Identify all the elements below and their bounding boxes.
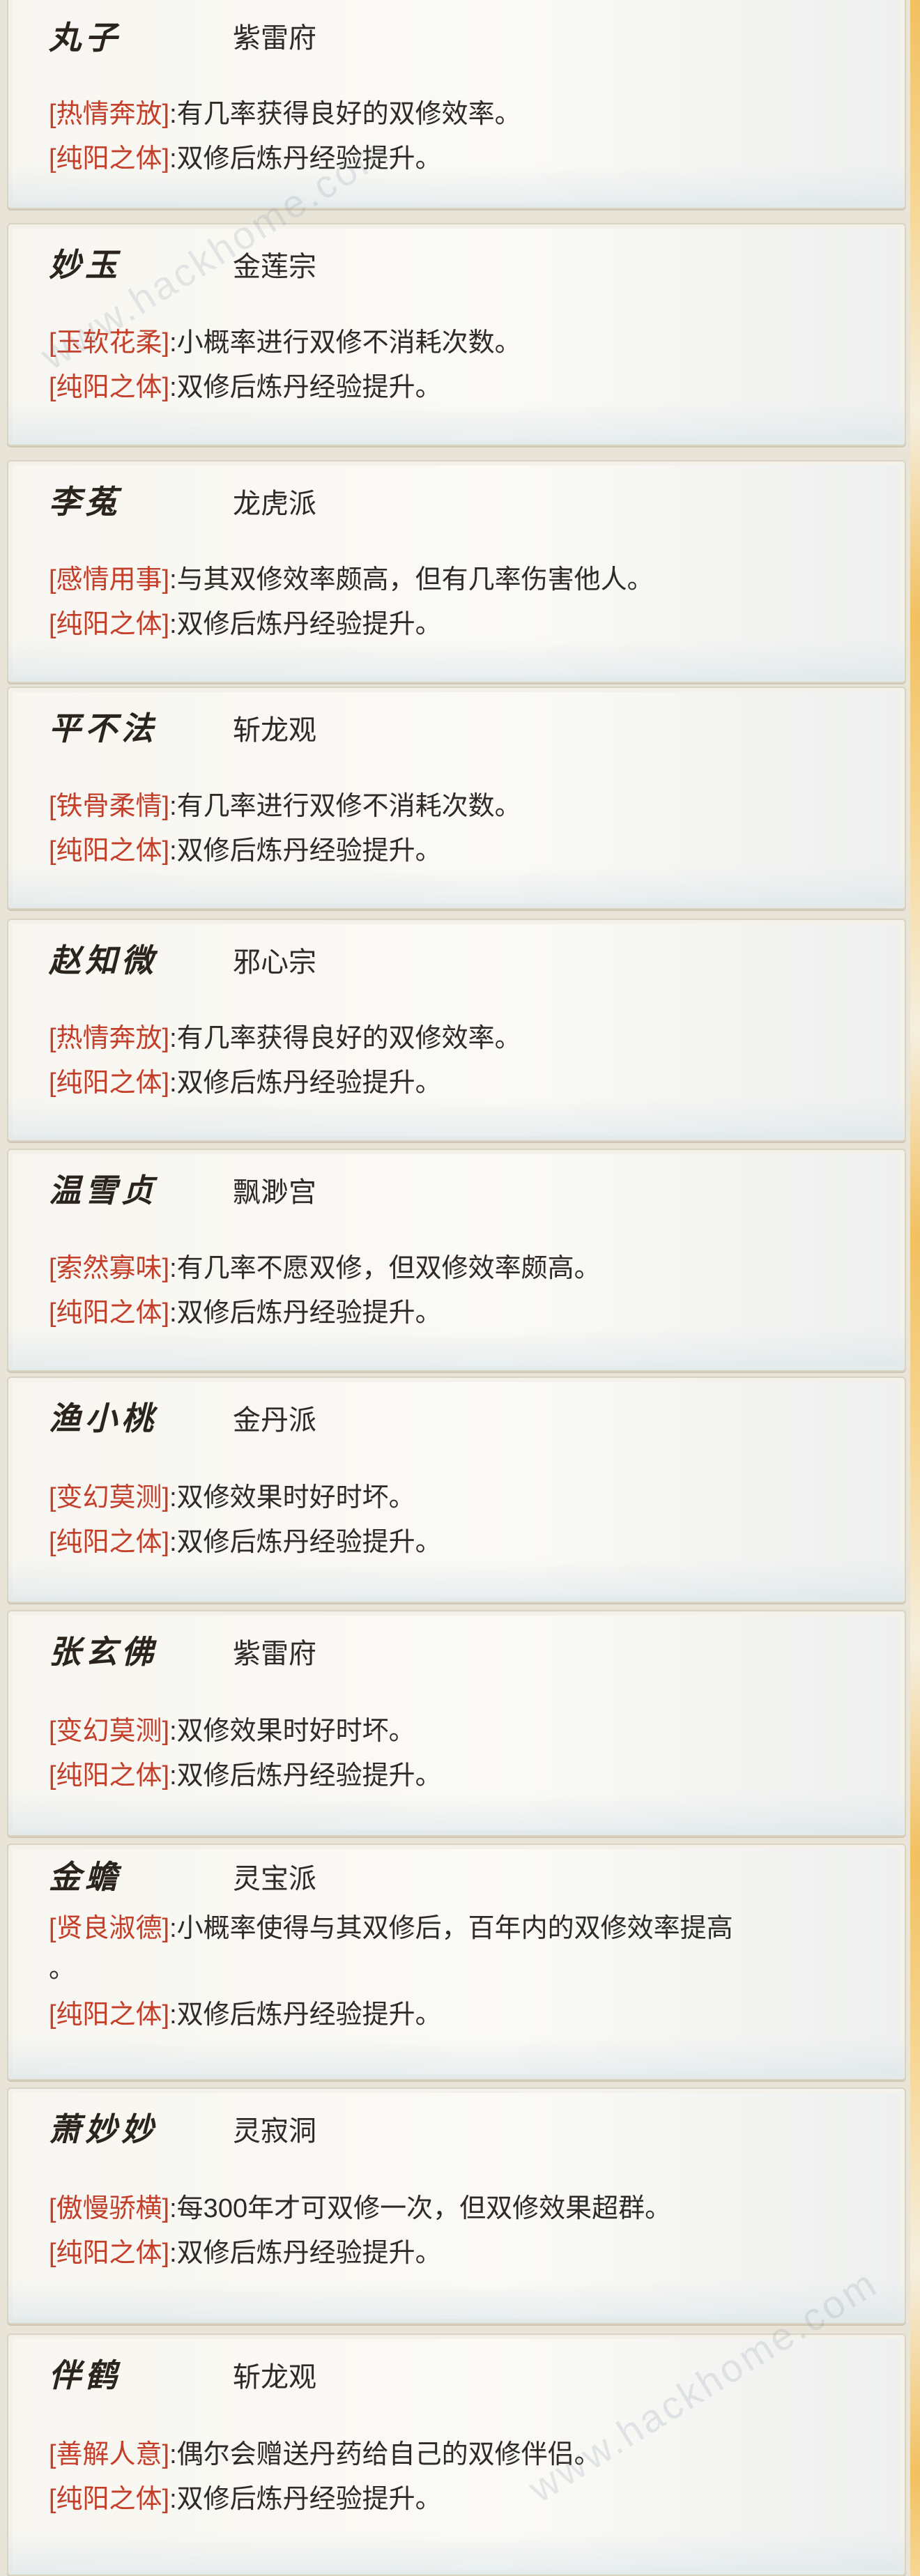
companion-card-banhe[interactable]: 伴鹤 斩龙观 [善解人意]:偶尔会赠送丹药给自己的双修伴侣。 [纯阳之体]:双修… (7, 2333, 906, 2576)
companion-card-wanzi[interactable]: 丸子 紫雷府 [热情奔放]:有几率获得良好的双修效率。 [纯阳之体]:双修后炼丹… (7, 0, 906, 209)
companion-card-wenxuezhen[interactable]: 温雪贞 飘渺宫 [索然寡味]:有几率不愿双修，但双修效率颇高。 [纯阳之体]:双… (7, 1149, 906, 1372)
trait-tag: [纯阳之体] (49, 1298, 170, 1328)
companion-card-zhangxuanfo[interactable]: 张玄佛 紫雷府 [变幻莫测]:双修效果时好时坏。 [纯阳之体]:双修后炼丹经验提… (7, 1610, 906, 1837)
trait-line: [铁骨柔情]:有几率进行双修不消耗次数。 (49, 784, 885, 822)
trait-tag: [变幻莫测] (49, 1483, 170, 1512)
trait-line: [纯阳之体]:双修后炼丹经验提升。 (49, 1754, 885, 1792)
trait-desc: :有几率不愿双修，但双修效率颇高。 (169, 1254, 601, 1283)
trait-tag: [纯阳之体] (49, 610, 170, 639)
companion-card-xiaomiaomiao[interactable]: 萧妙妙 灵寂洞 [傲慢骄横]:每300年才可双修一次，但双修效果超群。 [纯阳之… (7, 2087, 906, 2324)
companion-sect: 金丹派 (233, 1405, 316, 1436)
trait-desc: :与其双修效率颇高，但有几率伤害他人。 (169, 565, 654, 595)
trait-tag: [纯阳之体] (49, 1528, 170, 1557)
trait-desc: 。 (49, 1954, 76, 1984)
trait-desc: :双修后炼丹经验提升。 (169, 610, 442, 639)
trait-line: [贤良淑德]:小概率使得与其双修后，百年内的双修效率提高 (49, 1906, 885, 1945)
trait-desc: :有几率获得良好的双修效率。 (169, 1024, 521, 1053)
trait-desc: :小概率进行双修不消耗次数。 (169, 328, 521, 358)
trait-line: [热情奔放]:有几率获得良好的双修效率。 (49, 1016, 885, 1055)
companion-card-miaoyu[interactable]: 妙玉 金莲宗 [玉软花柔]:小概率进行双修不消耗次数。 [纯阳之体]:双修后炼丹… (7, 223, 906, 446)
trait-line: [玉软花柔]:小概率进行双修不消耗次数。 (49, 321, 885, 359)
companion-sect: 斩龙观 (233, 2362, 316, 2393)
trait-desc: :有几率进行双修不消耗次数。 (169, 792, 521, 821)
right-edge-decoration (910, 0, 920, 2576)
companion-name: 温雪贞 (49, 1172, 158, 1209)
trait-line: [纯阳之体]:双修后炼丹经验提升。 (49, 1291, 885, 1329)
trait-line: [傲慢骄横]:每300年才可双修一次，但双修效果超群。 (49, 2186, 885, 2225)
companion-name: 伴鹤 (49, 2356, 121, 2394)
companion-card-litu[interactable]: 李菟 龙虎派 [感情用事]:与其双修效率颇高，但有几率伤害他人。 [纯阳之体]:… (7, 460, 906, 683)
trait-line: 。 (49, 1947, 885, 1985)
companion-name: 李菟 (49, 483, 121, 521)
trait-line: [纯阳之体]:双修后炼丹经验提升。 (49, 137, 885, 175)
trait-desc: :双修后炼丹经验提升。 (169, 2000, 442, 2030)
trait-desc: :双修后炼丹经验提升。 (169, 836, 442, 866)
companion-name: 丸子 (49, 19, 121, 56)
companion-name: 渔小桃 (49, 1400, 158, 1437)
trait-desc: :双修效果时好时坏。 (169, 1717, 415, 1746)
trait-desc: :有几率获得良好的双修效率。 (169, 100, 521, 129)
trait-desc: :每300年才可双修一次，但双修效果超群。 (169, 2194, 672, 2223)
trait-tag: [铁骨柔情] (49, 792, 170, 821)
trait-line: [纯阳之体]:双修后炼丹经验提升。 (49, 1061, 885, 1099)
trait-tag: [纯阳之体] (49, 2485, 170, 2514)
companion-sect: 斩龙观 (233, 715, 316, 746)
trait-tag: [热情奔放] (49, 1024, 170, 1053)
trait-line: [纯阳之体]:双修后炼丹经验提升。 (49, 1993, 885, 2031)
trait-tag: [变幻莫测] (49, 1717, 170, 1746)
trait-desc: :双修后炼丹经验提升。 (169, 2239, 442, 2268)
trait-tag: [贤良淑德] (49, 1914, 170, 1943)
trait-tag: [索然寡味] (49, 1254, 170, 1283)
companion-sect: 灵宝派 (233, 1864, 316, 1894)
trait-tag: [纯阳之体] (49, 1068, 170, 1098)
companion-sect: 邪心宗 (233, 947, 316, 978)
trait-tag: [纯阳之体] (49, 1761, 170, 1791)
trait-desc: :双修后炼丹经验提升。 (169, 1068, 442, 1098)
trait-desc: :双修后炼丹经验提升。 (169, 373, 442, 402)
trait-line: [纯阳之体]:双修后炼丹经验提升。 (49, 2231, 885, 2269)
trait-line: [纯阳之体]:双修后炼丹经验提升。 (49, 1520, 885, 1558)
trait-line: [善解人意]:偶尔会赠送丹药给自己的双修伴侣。 (49, 2432, 885, 2471)
companion-card-pingbufa[interactable]: 平不法 斩龙观 [铁骨柔情]:有几率进行双修不消耗次数。 [纯阳之体]:双修后炼… (7, 687, 906, 910)
trait-tag: [纯阳之体] (49, 2239, 170, 2268)
trait-tag: [傲慢骄横] (49, 2194, 170, 2223)
companion-name: 萧妙妙 (49, 2110, 158, 2148)
trait-tag: [纯阳之体] (49, 144, 170, 174)
companion-name: 赵知微 (49, 942, 158, 979)
companion-sect: 紫雷府 (233, 1639, 316, 1669)
companion-card-zhaozhiwei[interactable]: 赵知微 邪心宗 [热情奔放]:有几率获得良好的双修效率。 [纯阳之体]:双修后炼… (7, 919, 906, 1142)
trait-tag: [纯阳之体] (49, 373, 170, 402)
trait-desc: :小概率使得与其双修后，百年内的双修效率提高 (169, 1914, 733, 1943)
companion-sect: 龙虎派 (233, 489, 316, 519)
companion-sect: 飘渺宫 (233, 1177, 316, 1208)
trait-line: [索然寡味]:有几率不愿双修，但双修效率颇高。 (49, 1246, 885, 1285)
trait-line: [感情用事]:与其双修效率颇高，但有几率伤害他人。 (49, 558, 885, 596)
companion-name: 平不法 (49, 710, 158, 747)
trait-tag: [善解人意] (49, 2440, 170, 2469)
trait-line: [热情奔放]:有几率获得良好的双修效率。 (49, 92, 885, 130)
trait-desc: :双修后炼丹经验提升。 (169, 1528, 442, 1557)
trait-line: [纯阳之体]:双修后炼丹经验提升。 (49, 2477, 885, 2515)
trait-line: [纯阳之体]:双修后炼丹经验提升。 (49, 602, 885, 641)
trait-tag: [感情用事] (49, 565, 170, 595)
companion-card-jinchan[interactable]: 金蟾 灵宝派 [贤良淑德]:小概率使得与其双修后，百年内的双修效率提高 。 [纯… (7, 1843, 906, 2080)
trait-desc: :双修效果时好时坏。 (169, 1483, 415, 1512)
companion-name: 妙玉 (49, 246, 121, 284)
companion-name: 张玄佛 (49, 1633, 158, 1671)
trait-tag: [纯阳之体] (49, 836, 170, 866)
trait-desc: :双修后炼丹经验提升。 (169, 2485, 442, 2514)
companion-name: 金蟾 (49, 1858, 121, 1896)
trait-line: [变幻莫测]:双修效果时好时坏。 (49, 1475, 885, 1514)
companion-sect: 紫雷府 (233, 23, 316, 54)
trait-desc: :双修后炼丹经验提升。 (169, 1761, 442, 1791)
companion-card-yuxiaotao[interactable]: 渔小桃 金丹派 [变幻莫测]:双修效果时好时坏。 [纯阳之体]:双修后炼丹经验提… (7, 1377, 906, 1603)
trait-tag: [热情奔放] (49, 100, 170, 129)
trait-desc: :双修后炼丹经验提升。 (169, 1298, 442, 1328)
trait-line: [纯阳之体]:双修后炼丹经验提升。 (49, 365, 885, 404)
trait-line: [纯阳之体]:双修后炼丹经验提升。 (49, 829, 885, 867)
trait-tag: [纯阳之体] (49, 2000, 170, 2030)
companion-sect: 灵寂洞 (233, 2116, 316, 2147)
trait-line: [变幻莫测]:双修效果时好时坏。 (49, 1709, 885, 1747)
